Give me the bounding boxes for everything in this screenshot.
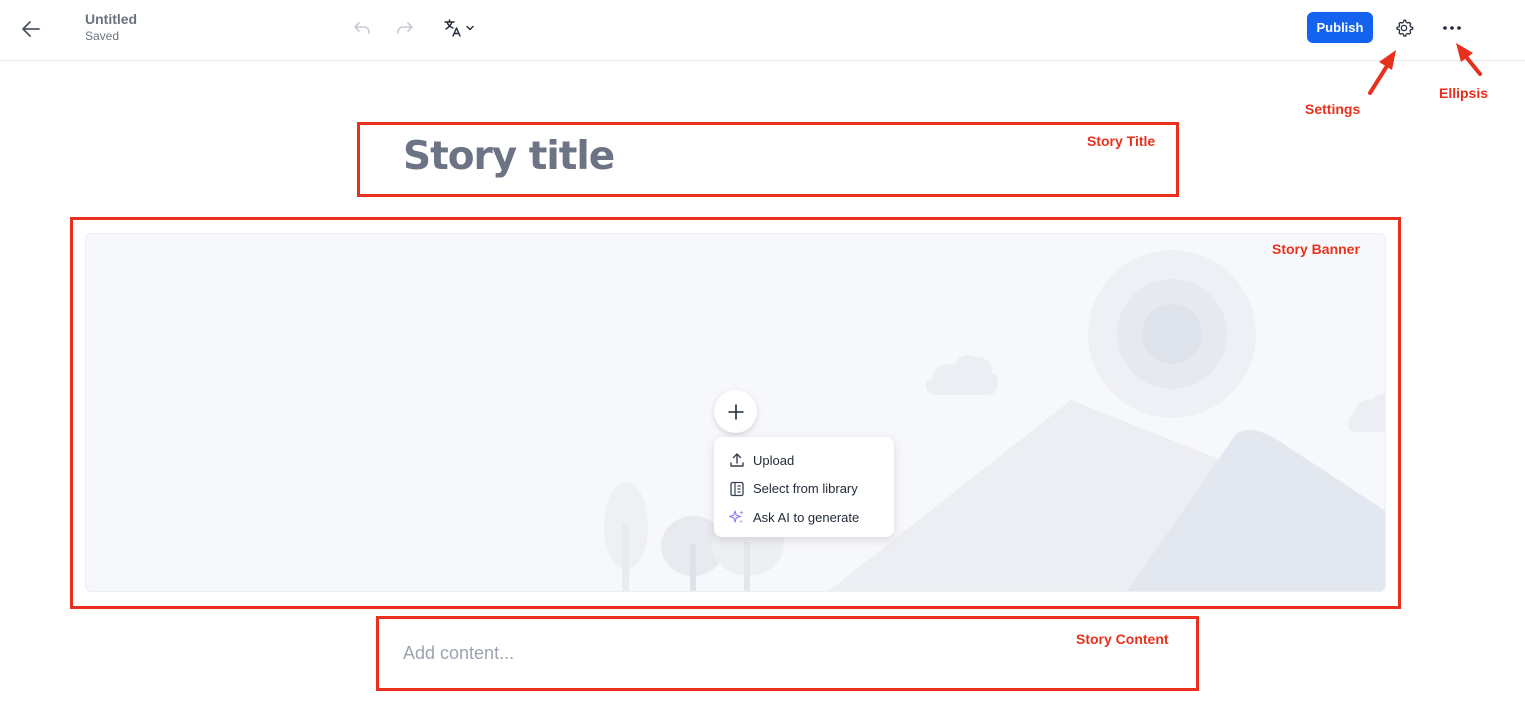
- editor-page: Untitled Saved Publish Story title Uploa…: [0, 0, 1525, 705]
- annotation-arrows: [1368, 43, 1482, 95]
- settings-annotation-label: Settings: [1305, 101, 1361, 117]
- settings-arrow: [1368, 50, 1396, 95]
- ellipsis-annotation-label: Ellipsis: [1439, 85, 1489, 101]
- ellipsis-arrow: [1456, 43, 1482, 76]
